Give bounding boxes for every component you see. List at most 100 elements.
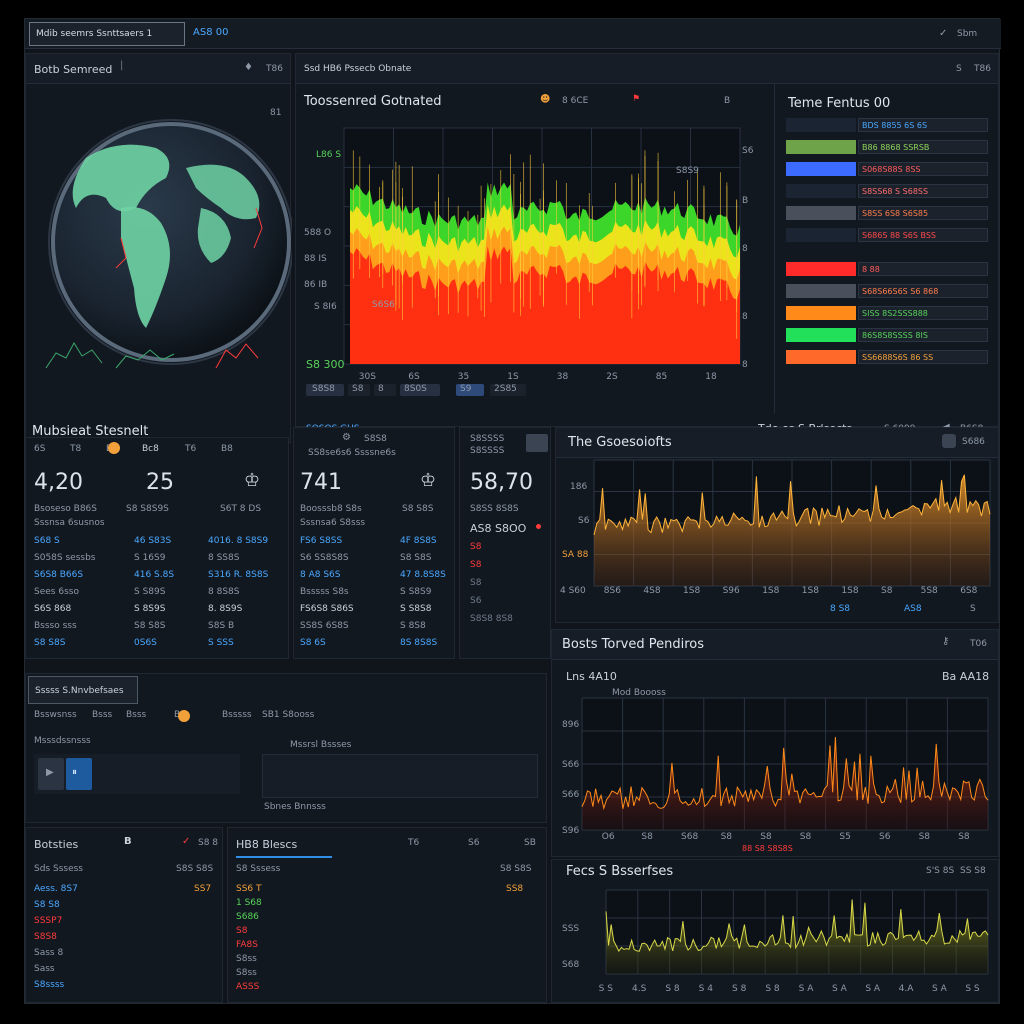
stats-left-tab[interactable]: B8 [221, 444, 233, 454]
chart-bottom-right-plot[interactable] [552, 886, 1000, 986]
tables-left-check-icon[interactable]: ✓ [182, 836, 190, 847]
sessions-filter[interactable]: Bsss [92, 710, 112, 720]
main-chart-plot[interactable] [304, 118, 770, 388]
legend-swatch [786, 284, 856, 298]
legend-label[interactable]: B86 8868 SSRSB [858, 140, 988, 154]
stats-row-cell: FS6 S8SS [300, 536, 343, 546]
stats-left-tab[interactable]: T6 [185, 444, 196, 454]
key-icon[interactable]: ⚷ [942, 636, 949, 647]
chart-mid-right-y-tick: 896 [562, 720, 580, 730]
stats-right-row: S6 [470, 596, 482, 606]
x-tick-label: 8S6 [603, 586, 621, 596]
stats-row-cell: FS6S8 S86S [300, 604, 354, 614]
globe-panel: Botb Semreed | ♦ T86 81 Mubsieat Stesnel… [25, 53, 292, 448]
table-row[interactable]: SS6 T [236, 884, 262, 894]
main-chart-title-right2: B [724, 96, 731, 106]
legend-label[interactable]: S8SS68 S S68SS [858, 184, 988, 198]
sessions-filter[interactable]: Bsswsnss [34, 710, 77, 720]
stats-right-toggle[interactable] [526, 434, 548, 452]
table-row[interactable]: FA8S [236, 940, 258, 950]
stats-left-tab[interactable]: 6S [34, 444, 45, 454]
table-row[interactable]: S8 [236, 926, 247, 936]
stats-mid-big: 741 [300, 470, 342, 495]
table-row[interactable]: S686 [236, 912, 259, 922]
stats-row-cell: Bssso sss [34, 621, 77, 631]
main-chart-divider [774, 84, 775, 414]
user-icon[interactable]: ☻ [540, 94, 550, 105]
tables-right-title: HB8 Blescs [236, 838, 298, 851]
dashboard-frame: Mdib seemrs Ssnttsaers 1 AS8 00 ✓ Sbm Bo… [24, 18, 1001, 1004]
main-chart-chip-label: S8S8 [312, 384, 335, 394]
tables-left-rows: Aess. 8S7 SS7 S8 S8 SSSP7 S8S8 Sass 8 Sass S8ss… [34, 884, 220, 1000]
stats-row-cell: S 8S8 [400, 621, 426, 631]
table-row[interactable]: S8 S8 [34, 900, 60, 910]
legend-label[interactable]: 8 88 [858, 262, 988, 276]
main-chart-chip[interactable]: 8S0S [400, 384, 440, 396]
table-row[interactable]: Sass [34, 964, 55, 974]
sessions-filter[interactable]: Bsssss [222, 710, 252, 720]
chart-mid-right-title: Bosts Torved Pendiros [562, 637, 705, 652]
stats-row-cell: S S8S9 [400, 587, 432, 597]
table-row[interactable]: 1 S68 [236, 898, 262, 908]
sessions-tab[interactable]: Sssss S.Nnvbefsaes [28, 676, 138, 704]
chart-top-right-plot[interactable] [556, 458, 1000, 624]
main-chart-chip[interactable]: S8 [348, 384, 370, 396]
legend-label[interactable]: BDS 8855 6S 6S [858, 118, 988, 132]
play-button[interactable]: ▶ [38, 758, 64, 790]
chart-top-right-y-tick: S6 [578, 516, 590, 526]
link-icon[interactable]: ⚑ [632, 94, 640, 104]
chart-icon[interactable]: ⚙ [342, 432, 351, 443]
legend-label[interactable]: S8SS 6S8 S6S85 [858, 206, 988, 220]
table-row[interactable]: S8ssss [34, 980, 64, 990]
stats-mid-panel: ⚙ S8S8 SS8se6s6 Ssssne6s 741 ♔ Boosssb8 … [293, 427, 455, 659]
legend-label[interactable]: S68S66S6S S6 868 [858, 284, 988, 298]
table-row[interactable]: Sass 8 [34, 948, 63, 958]
table-row[interactable]: S8ss [236, 968, 257, 978]
x-tick-label: S8 [918, 832, 931, 842]
main-chart-header-label: Ssd HB6 Pssecb Obnate [304, 64, 412, 74]
main-chart-chip[interactable]: 8 [374, 384, 396, 396]
stats-left-tab[interactable]: Bc8 [142, 444, 159, 454]
main-chart-chip-label: S9 [460, 384, 472, 394]
main-chart-chip[interactable]: S9 [456, 384, 484, 396]
pause-button[interactable]: ⏸ [66, 758, 92, 790]
globe-map[interactable] [26, 88, 292, 388]
legend-label[interactable]: S068S88S 8SS [858, 162, 988, 176]
main-chart-chip[interactable]: S8S8 [306, 384, 344, 396]
chart-mid-right-icon-label: T06 [970, 639, 987, 649]
main-chart-left-label: 86 IB [304, 280, 328, 290]
tables-left-right: S8 8 [198, 838, 219, 848]
sessions-filter[interactable]: Bsss [126, 710, 146, 720]
sessions-filter[interactable]: SB1 S8ooss [262, 710, 314, 720]
chart-top-right-footer-item: S [970, 604, 976, 614]
legend-swatch [786, 306, 856, 320]
x-tick-label: 38 [556, 372, 569, 382]
legend-label[interactable]: 86S8S8SSSS 8IS [858, 328, 988, 342]
chart-mid-right-plot[interactable] [552, 690, 1000, 840]
main-chart-left-label: 588 O [304, 228, 332, 238]
table-row[interactable]: SSSP7 [34, 916, 62, 926]
sessions-panel: Sssss S.Nnvbefsaes BsswsnssBsssBsssB6Bss… [25, 673, 547, 823]
legend-label[interactable]: SS6688S6S 86 SS [858, 350, 988, 364]
chart-top-right-left-label: SA 88 [562, 550, 589, 560]
chart-top-right-x-ticks: 8S6 4S8 1S8 S96 1S8 1S8 1S8 S8 5S8 6S8 [594, 586, 990, 598]
stats-left-sub4: Sssnsa 6susnos [34, 518, 105, 528]
main-chart-chip[interactable]: 2S85 [490, 384, 526, 396]
main-chart-left-label: S 8I6 [314, 302, 337, 312]
stats-right-value: AS8 S8OO [470, 522, 527, 535]
x-tick-label: 4S8 [643, 586, 661, 596]
chart-bottom-right-x-ticks: S S 4.S S 8 S 4 S 8 S 8 S A S A S A 4.A S A S S [592, 984, 992, 996]
table-row[interactable]: S8S8 [34, 932, 57, 942]
settings-icon[interactable] [942, 434, 956, 448]
check-icon[interactable]: ✓ [939, 28, 947, 39]
bell-icon[interactable]: ♦ [244, 62, 253, 73]
sessions-filter-dot[interactable] [178, 710, 190, 722]
legend-label[interactable]: SISS 8S2SSS888 [858, 306, 988, 320]
app-tab[interactable]: Mdib seemrs Ssnttsaers 1 [29, 22, 185, 46]
table-row[interactable]: ASSS [236, 982, 259, 992]
chart-top-right-button[interactable]: S686 [962, 437, 985, 447]
stats-left-tab[interactable]: T8 [70, 444, 81, 454]
table-row[interactable]: Aess. 8S7 [34, 884, 78, 894]
legend-label[interactable]: S686S 88 S6S BSS [858, 228, 988, 242]
table-row[interactable]: S8ss [236, 954, 257, 964]
